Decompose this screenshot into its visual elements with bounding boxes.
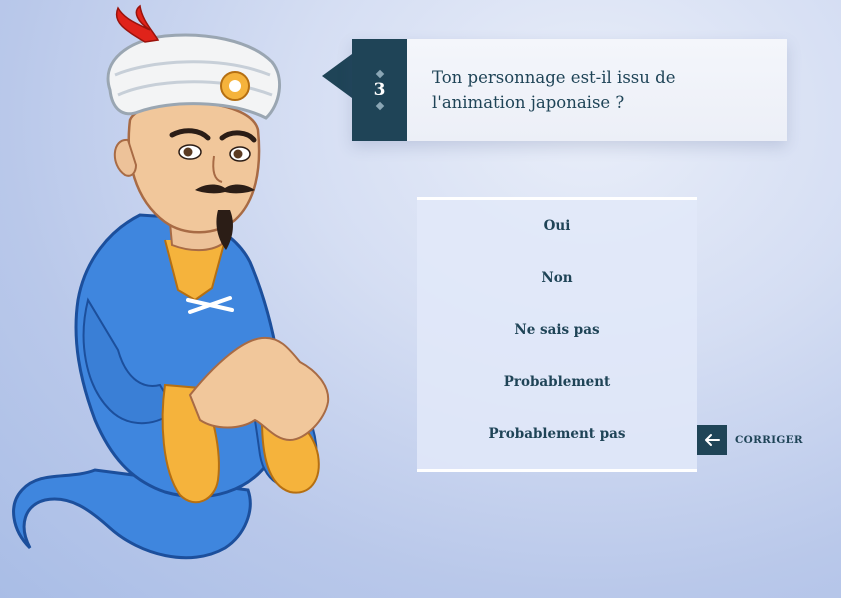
question-text-panel: Ton personnage est-il issu de l'animatio… [407, 39, 787, 141]
turban-feather [115, 4, 160, 43]
answers-panel: Oui Non Ne sais pas Probablement Probabl… [417, 197, 697, 472]
arrow-left-icon[interactable] [697, 425, 727, 455]
question-text: Ton personnage est-il issu de l'animatio… [432, 68, 676, 112]
answer-yes-button[interactable]: Oui [417, 200, 697, 252]
genie-illustration [12, 4, 330, 560]
correct-label[interactable]: CORRIGER [735, 434, 803, 446]
question-number-panel: 3 [352, 39, 407, 141]
diamond-icon [375, 101, 384, 111]
question-bubble: 3 Ton personnage est-il issu de l'animat… [352, 39, 787, 141]
genie-face [127, 101, 261, 234]
answer-probably-not-button[interactable]: Probablement pas [417, 408, 697, 460]
answer-no-button[interactable]: Non [417, 252, 697, 304]
correct-button[interactable]: CORRIGER [697, 425, 803, 455]
answer-dont-know-button[interactable]: Ne sais pas [417, 304, 697, 356]
question-number: 3 [373, 80, 386, 100]
answer-probably-button[interactable]: Probablement [417, 356, 697, 408]
question-bubble-tail [322, 54, 352, 98]
diamond-icon [375, 69, 384, 79]
